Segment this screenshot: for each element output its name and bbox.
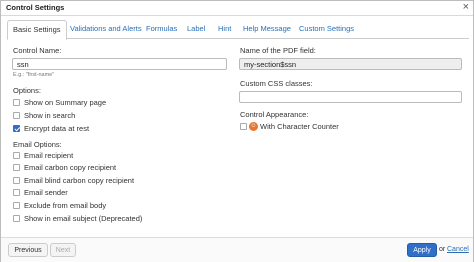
control-appearance-label: Control Appearance: xyxy=(240,110,309,119)
tab-bar: Basic Settings Validations and Alerts Fo… xyxy=(7,20,469,40)
show-in-subject-label: Show in email subject (Deprecated) xyxy=(24,214,143,223)
control-name-hint: E.g.: "first-name" xyxy=(13,72,55,78)
show-in-subject-checkbox[interactable] xyxy=(13,215,20,222)
character-counter-label: With Character Counter xyxy=(260,122,339,131)
control-name-label: Control Name: xyxy=(13,46,62,55)
email-sender-checkbox[interactable] xyxy=(13,189,20,196)
options-label: Options: xyxy=(13,86,41,95)
email-bcc-checkbox[interactable] xyxy=(13,177,20,184)
or-text: or xyxy=(439,246,446,253)
custom-css-input[interactable] xyxy=(239,91,462,103)
dialog-title: Control Settings xyxy=(6,3,65,12)
tab-help-message[interactable]: Help Message xyxy=(243,20,291,37)
control-settings-dialog: Control Settings × Basic Settings Valida… xyxy=(0,0,474,262)
dialog-footer: Previous Next Apply or Cancel xyxy=(1,237,473,262)
show-in-search-label: Show in search xyxy=(24,111,76,120)
encrypt-data-checkbox[interactable] xyxy=(13,125,20,132)
show-in-search-checkbox[interactable] xyxy=(13,112,20,119)
close-icon[interactable]: × xyxy=(463,1,469,14)
character-counter-icon: ☺ xyxy=(249,122,258,131)
control-name-input[interactable]: ssn xyxy=(12,58,227,70)
apply-button[interactable]: Apply xyxy=(407,243,437,257)
email-recipient-checkbox[interactable] xyxy=(13,152,20,159)
email-options-label: Email Options: xyxy=(13,140,62,149)
show-on-summary-label: Show on Summary page xyxy=(24,98,107,107)
exclude-email-body-checkbox[interactable] xyxy=(13,202,20,209)
encrypt-data-label: Encrypt data at rest xyxy=(24,124,90,133)
pdf-field-input: my-section$ssn xyxy=(239,58,462,70)
show-on-summary-checkbox[interactable] xyxy=(13,99,20,106)
email-recipient-label: Email recipient xyxy=(24,151,74,160)
cancel-link[interactable]: Cancel xyxy=(447,246,469,253)
pdf-field-label: Name of the PDF field: xyxy=(240,46,316,55)
tab-label[interactable]: Label xyxy=(187,20,205,37)
tab-hint[interactable]: Hint xyxy=(218,20,231,37)
email-cc-checkbox[interactable] xyxy=(13,164,20,171)
character-counter-checkbox[interactable] xyxy=(240,123,247,130)
custom-css-label: Custom CSS classes: xyxy=(240,79,313,88)
email-sender-label: Email sender xyxy=(24,188,68,197)
exclude-email-body-label: Exclude from email body xyxy=(24,201,107,210)
tab-basic-settings[interactable]: Basic Settings xyxy=(7,20,67,40)
tab-custom-settings[interactable]: Custom Settings xyxy=(299,20,354,37)
email-bcc-label: Email blind carbon copy recipient xyxy=(24,176,135,185)
previous-button[interactable]: Previous xyxy=(8,243,48,257)
tab-formulas[interactable]: Formulas xyxy=(146,20,177,37)
email-cc-label: Email carbon copy recipient xyxy=(24,163,117,172)
next-button[interactable]: Next xyxy=(50,243,76,257)
dialog-titlebar: Control Settings × xyxy=(1,1,473,16)
tab-validations-and-alerts[interactable]: Validations and Alerts xyxy=(70,20,142,37)
